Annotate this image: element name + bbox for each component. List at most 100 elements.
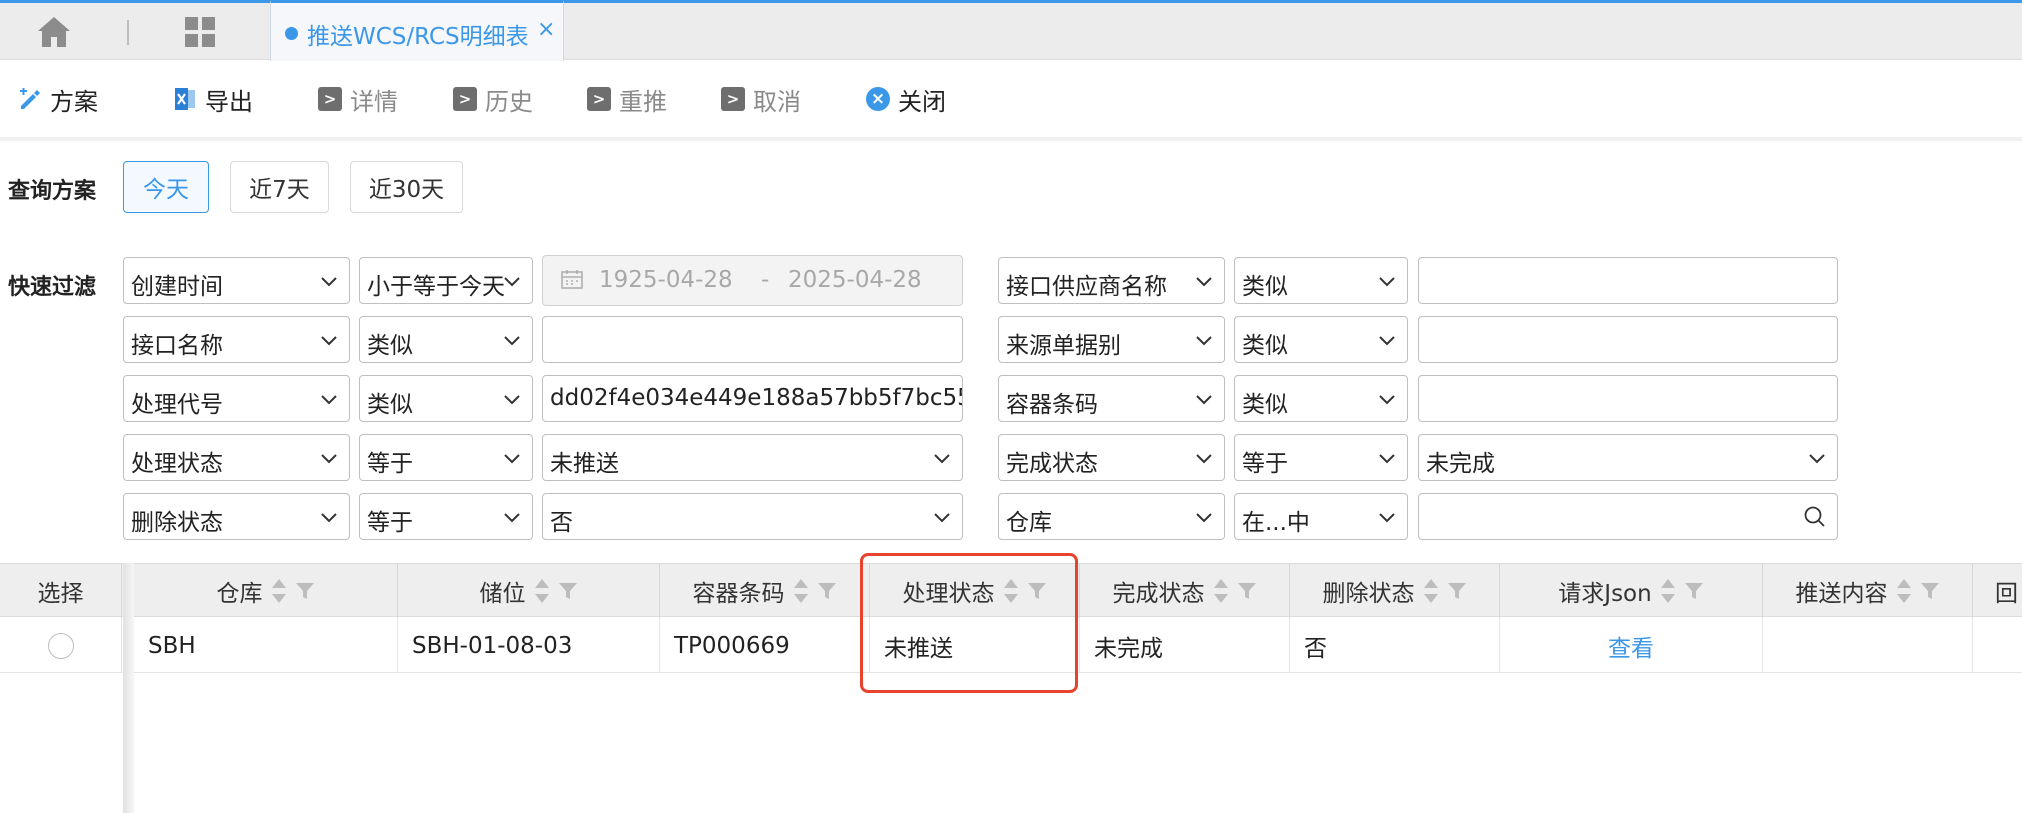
filter-operator-select[interactable]: 类似 bbox=[1234, 316, 1408, 363]
chevron-down-icon bbox=[1196, 395, 1212, 405]
chevron-down-icon bbox=[504, 395, 520, 405]
chevron-down-icon bbox=[504, 513, 520, 523]
filter-operator-select[interactable]: 类似 bbox=[359, 375, 533, 422]
filter-value-input[interactable] bbox=[542, 316, 963, 363]
filter-operator-select[interactable]: 等于 bbox=[359, 434, 533, 481]
column-header-label: 选择 bbox=[37, 581, 84, 607]
plan-30days-button[interactable]: 近30天 bbox=[350, 161, 463, 213]
column-header-label: 容器条码 bbox=[692, 581, 785, 607]
repush-button[interactable]: > 重推 bbox=[587, 83, 667, 116]
warehouse-search-input[interactable] bbox=[1418, 493, 1838, 540]
sort-icon[interactable] bbox=[1660, 578, 1676, 604]
tab-separator bbox=[127, 20, 129, 45]
grid-menu-icon[interactable] bbox=[184, 16, 216, 48]
filter-value-input[interactable] bbox=[1418, 257, 1838, 304]
toolbar: 方案 导出 > 详情 > 历史 > 重推 > 取消 × 关闭 bbox=[0, 61, 2022, 137]
process-status-select[interactable]: 未推送 bbox=[542, 434, 963, 481]
sort-icon[interactable] bbox=[534, 578, 550, 604]
filter-field-select[interactable]: 处理代号 bbox=[123, 375, 350, 422]
filter-funnel-icon[interactable] bbox=[558, 581, 578, 601]
chevron-down-icon bbox=[1379, 513, 1395, 523]
sort-icon[interactable] bbox=[271, 578, 287, 604]
filter-operator-select[interactable]: 类似 bbox=[359, 316, 533, 363]
filter-funnel-icon[interactable] bbox=[295, 581, 315, 601]
filter-operator-select[interactable]: 等于 bbox=[359, 493, 533, 540]
sort-icon[interactable] bbox=[1423, 578, 1439, 604]
arrow-right-icon: > bbox=[587, 87, 611, 111]
filter-operator-select[interactable]: 在...中 bbox=[1234, 493, 1408, 540]
export-button[interactable]: 导出 bbox=[173, 83, 253, 116]
filter-funnel-icon[interactable] bbox=[1920, 581, 1940, 601]
close-circle-icon: × bbox=[866, 87, 890, 111]
filter-operator-select[interactable]: 等于 bbox=[1234, 434, 1408, 481]
toolbar-divider bbox=[0, 137, 2022, 141]
filter-funnel-icon[interactable] bbox=[1447, 581, 1467, 601]
filter-field-select[interactable]: 来源单据别 bbox=[998, 316, 1225, 363]
column-header-truncated[interactable]: 回 bbox=[1973, 564, 2022, 618]
filter-field-select[interactable]: 删除状态 bbox=[123, 493, 350, 540]
date-separator: - bbox=[761, 267, 770, 293]
process-code-input[interactable]: dd02f4e034e449e188a57bb5f7bc5584 bbox=[542, 375, 963, 422]
date-range-input[interactable]: 1925-04-28 - 2025-04-28 bbox=[542, 255, 963, 306]
filter-field-value: 完成状态 bbox=[1006, 451, 1098, 477]
view-json-link[interactable]: 查看 bbox=[1608, 629, 1654, 663]
filter-field-value: 处理代号 bbox=[131, 392, 223, 418]
arrow-right-icon: > bbox=[318, 87, 342, 111]
chevron-down-icon bbox=[1379, 277, 1395, 287]
home-icon[interactable] bbox=[36, 15, 72, 49]
history-button[interactable]: > 历史 bbox=[453, 83, 533, 116]
column-header-label: 请求Json bbox=[1558, 581, 1652, 607]
filter-funnel-icon[interactable] bbox=[817, 581, 837, 601]
search-icon[interactable] bbox=[1803, 505, 1827, 529]
filter-operator-value: 类似 bbox=[367, 392, 413, 418]
filter-value-input[interactable] bbox=[1418, 375, 1838, 422]
tab-bar: 推送WCS/RCS明细表 × bbox=[0, 0, 2022, 63]
filter-field-select[interactable]: 容器条码 bbox=[998, 375, 1225, 422]
filter-value-input[interactable] bbox=[1418, 316, 1838, 363]
filter-field-value: 容器条码 bbox=[1006, 392, 1098, 418]
filter-field-value: 接口名称 bbox=[131, 333, 223, 359]
cell-container: TP000669 bbox=[660, 618, 870, 673]
close-button[interactable]: × 关闭 bbox=[866, 83, 946, 116]
filter-field-select[interactable]: 处理状态 bbox=[123, 434, 350, 481]
sort-icon[interactable] bbox=[793, 578, 809, 604]
filter-field-select[interactable]: 仓库 bbox=[998, 493, 1225, 540]
cell-location: SBH-01-08-03 bbox=[398, 618, 660, 673]
export-button-label: 导出 bbox=[205, 87, 253, 116]
column-header-request-json[interactable]: 请求Json bbox=[1500, 564, 1763, 618]
filter-field-select[interactable]: 接口名称 bbox=[123, 316, 350, 363]
row-select-radio[interactable] bbox=[47, 632, 74, 659]
finish-status-select[interactable]: 未完成 bbox=[1418, 434, 1838, 481]
detail-button[interactable]: > 详情 bbox=[318, 83, 398, 116]
filter-funnel-icon[interactable] bbox=[1684, 581, 1704, 601]
column-header-label: 储位 bbox=[479, 581, 526, 607]
tab-close-icon[interactable]: × bbox=[537, 17, 555, 42]
filter-funnel-icon[interactable] bbox=[1237, 581, 1257, 601]
cancel-button[interactable]: > 取消 bbox=[721, 83, 801, 116]
filter-operator-select[interactable]: 类似 bbox=[1234, 375, 1408, 422]
plan-today-button[interactable]: 今天 bbox=[123, 161, 209, 213]
filter-operator-select[interactable]: 类似 bbox=[1234, 257, 1408, 304]
chevron-down-icon bbox=[321, 336, 337, 346]
filter-operator-value: 类似 bbox=[1242, 333, 1288, 359]
sort-icon[interactable] bbox=[1213, 578, 1229, 604]
tab-push-wcs-rcs-detail[interactable]: 推送WCS/RCS明细表 × bbox=[270, 0, 564, 63]
delete-status-select[interactable]: 否 bbox=[542, 493, 963, 540]
filter-field-select[interactable]: 完成状态 bbox=[998, 434, 1225, 481]
column-header-warehouse[interactable]: 仓库 bbox=[134, 564, 398, 618]
filter-field-select[interactable]: 接口供应商名称 bbox=[998, 257, 1225, 304]
plan-7days-button[interactable]: 近7天 bbox=[230, 161, 329, 213]
column-header-finish-status[interactable]: 完成状态 bbox=[1080, 564, 1290, 618]
plan-button[interactable]: 方案 bbox=[18, 83, 98, 116]
finish-status-value: 未完成 bbox=[1426, 451, 1495, 477]
column-header-delete-status[interactable]: 删除状态 bbox=[1290, 564, 1500, 618]
column-header-push-content[interactable]: 推送内容 bbox=[1763, 564, 1973, 618]
cell-finish-status: 未完成 bbox=[1080, 618, 1290, 673]
filter-operator-value: 类似 bbox=[367, 333, 413, 359]
column-header-location[interactable]: 储位 bbox=[398, 564, 660, 618]
filter-field-select[interactable]: 创建时间 bbox=[123, 257, 350, 304]
column-header-container[interactable]: 容器条码 bbox=[660, 564, 870, 618]
sort-icon[interactable] bbox=[1896, 578, 1912, 604]
filter-operator-select[interactable]: 小于等于今天 bbox=[359, 257, 533, 304]
chevron-down-icon bbox=[1196, 277, 1212, 287]
